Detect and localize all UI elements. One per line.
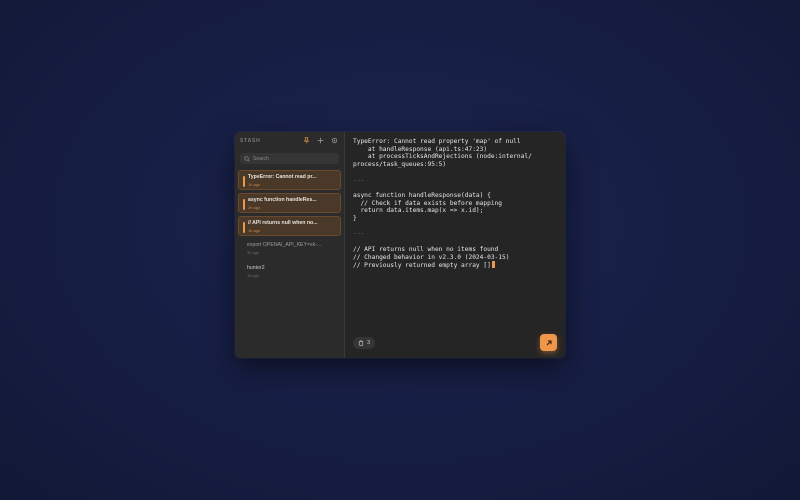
pinned-indicator: [243, 222, 245, 233]
item-title: // API returns null when no...: [248, 220, 318, 226]
text-cursor: [491, 261, 495, 269]
search-input[interactable]: [250, 155, 333, 162]
code-line: // Check if data exists before mapping: [353, 199, 503, 207]
code-line: TypeError: Cannot read property 'map' of…: [353, 138, 521, 145]
pinned-indicator: [243, 199, 245, 210]
item-title: TypeError: Cannot read pr...: [248, 174, 317, 180]
list-item[interactable]: TypeError: Cannot read pr... 1h ago: [238, 170, 341, 190]
item-time: 1h ago: [248, 228, 261, 233]
editor-pane[interactable]: TypeError: Cannot read property 'map' of…: [345, 132, 565, 358]
separator-line: ---: [353, 176, 365, 184]
clip-count-badge[interactable]: 3: [353, 337, 376, 349]
sidebar-header: STASH: [235, 132, 344, 149]
sidebar: STASH TypeError: Cannot read pr... 1h ag…: [235, 132, 345, 358]
pin-icon[interactable]: [301, 136, 311, 146]
arrow-up-right-icon: [546, 339, 552, 345]
list-item[interactable]: async function handleRes... 2h ago: [238, 193, 341, 213]
code-line: async function handleResponse(data) {: [353, 191, 491, 199]
clip-list: TypeError: Cannot read pr... 1h ago asyn…: [235, 170, 344, 282]
app-brand: STASH: [240, 137, 261, 144]
item-title: export OPENAI_API_KEY=sk-...: [247, 242, 322, 248]
search-box[interactable]: [240, 153, 339, 164]
separator-line: ---: [353, 230, 365, 238]
pinned-indicator: [243, 176, 245, 187]
clip-count: 3: [367, 340, 371, 346]
clip-content[interactable]: TypeError: Cannot read property 'map' of…: [353, 138, 557, 270]
item-time: 2h ago: [248, 205, 261, 210]
code-line: // Previously returned empty array []: [353, 262, 491, 270]
clipboard-icon: [358, 340, 364, 346]
item-time: 1d ago: [247, 273, 260, 278]
item-title: hunter2: [247, 265, 265, 271]
code-line: }: [353, 215, 357, 223]
settings-icon[interactable]: [329, 136, 339, 146]
code-line: return data.items.map(x => x.id);: [353, 207, 484, 215]
item-time: 3h ago: [247, 250, 260, 255]
item-time: 1h ago: [248, 182, 261, 187]
code-line: process/task_queues:95:5): [353, 161, 447, 169]
code-line: at processTicksAndRejections (node:inter…: [353, 153, 532, 161]
add-icon[interactable]: [315, 136, 325, 146]
code-line: // API returns null when no items found: [353, 245, 499, 253]
list-item[interactable]: // API returns null when no... 1h ago: [238, 216, 341, 236]
list-item[interactable]: hunter2 1d ago: [238, 262, 341, 282]
list-item[interactable]: export OPENAI_API_KEY=sk-... 3h ago: [238, 239, 341, 259]
open-external-button[interactable]: [540, 334, 557, 351]
code-line: at handleResponse (api.ts:47:23): [353, 145, 488, 153]
code-line: // Changed behavior in v2.3.0 (2024-03-1…: [353, 253, 510, 261]
item-title: async function handleRes...: [248, 197, 317, 203]
stash-window: STASH TypeError: Cannot read pr... 1h ag…: [235, 132, 565, 358]
